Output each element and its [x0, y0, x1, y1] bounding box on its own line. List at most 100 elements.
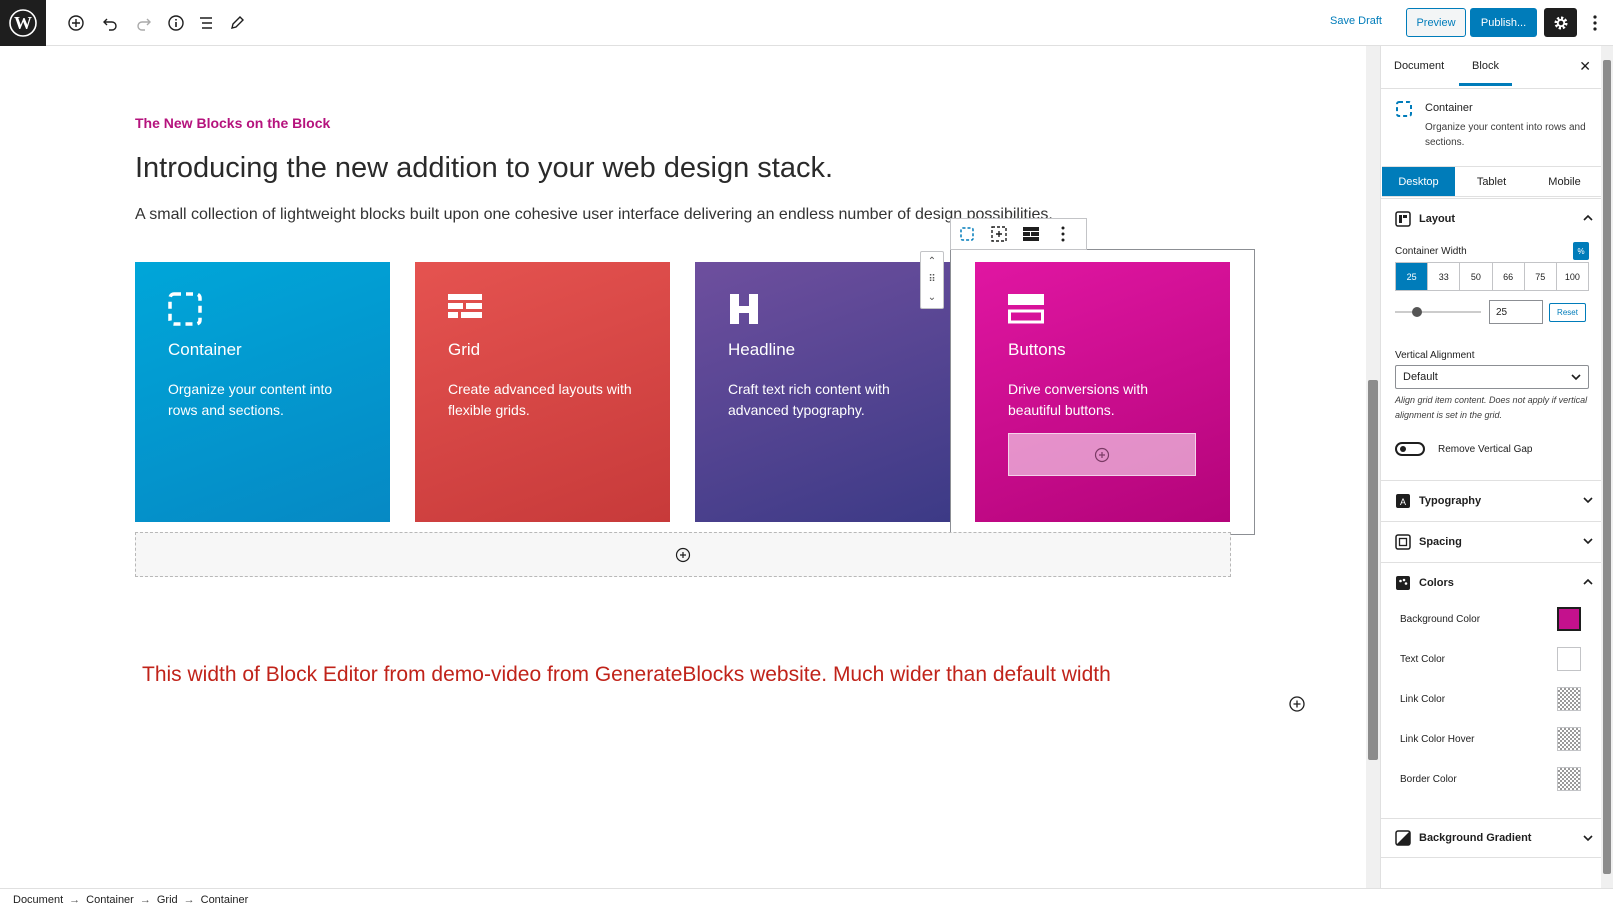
gear-icon[interactable]	[1544, 8, 1577, 37]
unit-toggle[interactable]: %	[1573, 242, 1589, 260]
settings-sidebar: Document Block ✕ Container Organize your…	[1380, 46, 1601, 888]
panel-layout[interactable]: Layout	[1381, 198, 1601, 238]
remove-vertical-gap-label: Remove Vertical Gap	[1438, 444, 1533, 455]
background-color-swatch[interactable]	[1557, 607, 1581, 631]
list-view-icon[interactable]	[194, 11, 218, 35]
publish-button[interactable]: Publish...	[1470, 8, 1537, 37]
add-button-appender[interactable]	[1008, 433, 1196, 476]
tab-desktop[interactable]: Desktop	[1382, 167, 1455, 196]
undo-icon[interactable]	[98, 11, 122, 35]
width-slider-thumb[interactable]	[1412, 307, 1422, 317]
card-headline[interactable]: Headline Craft text rich content with ad…	[695, 262, 950, 522]
width-option[interactable]: 25	[1396, 263, 1429, 290]
block-appender[interactable]	[135, 532, 1231, 577]
link-color-hover-swatch[interactable]	[1557, 727, 1581, 751]
panel-background-gradient[interactable]: Background Gradient	[1381, 818, 1601, 858]
remove-vertical-gap-toggle[interactable]	[1395, 442, 1425, 456]
more-vertical-icon[interactable]	[1047, 219, 1079, 249]
chevron-down-icon	[1571, 374, 1581, 381]
card-text: Craft text rich content with advanced ty…	[728, 381, 890, 418]
color-label: Text Color	[1400, 654, 1446, 665]
reset-button[interactable]: Reset	[1549, 303, 1586, 322]
link-color-swatch[interactable]	[1557, 687, 1581, 711]
arrow-right-icon: →	[69, 893, 81, 906]
palette-icon	[1396, 575, 1410, 590]
width-slider-track[interactable]	[1395, 311, 1481, 313]
panel-colors[interactable]: Colors	[1381, 562, 1601, 602]
width-option[interactable]: 33	[1428, 263, 1461, 290]
card-buttons[interactable]: Buttons Drive conversions with beautiful…	[975, 262, 1230, 522]
card-grid[interactable]: Grid Create advanced layouts with flexib…	[415, 262, 670, 522]
vertical-alignment-select[interactable]: Default	[1395, 365, 1589, 389]
block-mover: ⌃ ⠿ ⌄	[920, 251, 944, 309]
info-icon[interactable]	[164, 11, 188, 35]
breadcrumb-item[interactable]: Document	[13, 894, 63, 906]
width-option[interactable]: 75	[1525, 263, 1557, 290]
breadcrumb-item[interactable]: Grid	[157, 894, 178, 906]
redo-icon[interactable]	[132, 11, 156, 35]
add-block-icon	[1094, 447, 1110, 462]
container-icon[interactable]	[951, 219, 983, 249]
panel-typography[interactable]: A Typography	[1381, 480, 1601, 520]
panel-spacing[interactable]: Spacing	[1381, 521, 1601, 561]
container-width-label: Container Width	[1395, 246, 1467, 257]
card-text: Create advanced layouts with flexible gr…	[448, 381, 632, 418]
block-toolbar	[950, 218, 1087, 250]
gradient-icon	[1395, 830, 1411, 846]
color-label: Border Color	[1400, 774, 1457, 785]
add-container-icon[interactable]	[983, 219, 1015, 249]
arrow-right-icon: →	[139, 893, 151, 906]
grid-icon[interactable]	[1015, 219, 1047, 249]
tools-icon[interactable]	[225, 11, 249, 35]
svg-text:W: W	[14, 13, 32, 33]
canvas-scrollbar[interactable]	[1366, 46, 1380, 888]
width-option[interactable]: 50	[1460, 263, 1493, 290]
more-vertical-icon[interactable]	[1586, 11, 1604, 35]
scrollbar-thumb[interactable]	[1368, 380, 1378, 760]
panel-title: Spacing	[1419, 535, 1462, 548]
color-label: Link Color Hover	[1400, 734, 1475, 745]
panel-title: Layout	[1419, 212, 1456, 225]
save-draft-button[interactable]: Save Draft	[1330, 15, 1382, 27]
annotation-note: This width of Block Editor from demo-vid…	[142, 663, 1111, 686]
text-color-swatch[interactable]	[1557, 647, 1581, 671]
sidebar-scrollbar[interactable]	[1601, 46, 1613, 888]
panel-title: Colors	[1419, 576, 1454, 589]
tab-tablet[interactable]: Tablet	[1455, 167, 1528, 196]
width-number-input[interactable]: 25	[1489, 300, 1543, 324]
border-color-swatch[interactable]	[1557, 767, 1581, 791]
editor-canvas: The New Blocks on the Block Introducing …	[0, 46, 1366, 888]
close-icon[interactable]: ✕	[1579, 58, 1591, 75]
lead-paragraph[interactable]: A small collection of lightweight blocks…	[135, 206, 1053, 224]
scrollbar-thumb[interactable]	[1603, 60, 1611, 874]
container-icon	[1395, 100, 1413, 123]
eyebrow-heading[interactable]: The New Blocks on the Block	[135, 115, 330, 131]
tab-document[interactable]: Document	[1394, 60, 1444, 72]
width-option[interactable]: 100	[1557, 263, 1588, 290]
panel-title: Typography	[1419, 494, 1482, 507]
chevron-up-icon	[1583, 578, 1593, 585]
add-block-icon[interactable]	[64, 11, 88, 35]
tab-mobile[interactable]: Mobile	[1528, 167, 1601, 196]
card-container[interactable]: Container Organize your content into row…	[135, 262, 390, 522]
add-block-icon	[675, 547, 691, 562]
wordpress-logo-icon[interactable]: W	[0, 0, 46, 46]
layout-icon	[1395, 210, 1411, 227]
select-value: Default	[1403, 371, 1438, 383]
card-text: Drive conversions with beautiful buttons…	[1008, 381, 1149, 418]
chevron-up-icon[interactable]: ⌃	[928, 255, 936, 269]
chevron-down-icon[interactable]: ⌄	[928, 291, 936, 305]
chevron-down-icon	[1583, 497, 1593, 504]
tab-block[interactable]: Block	[1459, 60, 1512, 86]
width-option[interactable]: 66	[1493, 263, 1525, 290]
buttons-icon	[1008, 292, 1197, 332]
preview-button[interactable]: Preview	[1406, 8, 1466, 37]
card-title: Buttons	[1008, 340, 1066, 359]
drag-handle-icon[interactable]: ⠿	[928, 273, 935, 287]
block-title: Container	[1425, 102, 1473, 114]
add-block-icon[interactable]	[1288, 695, 1306, 713]
container-icon	[168, 292, 357, 332]
breadcrumb-item[interactable]: Container	[201, 894, 249, 906]
breadcrumb-item[interactable]: Container	[86, 894, 134, 906]
page-heading[interactable]: Introducing the new addition to your web…	[135, 152, 833, 185]
